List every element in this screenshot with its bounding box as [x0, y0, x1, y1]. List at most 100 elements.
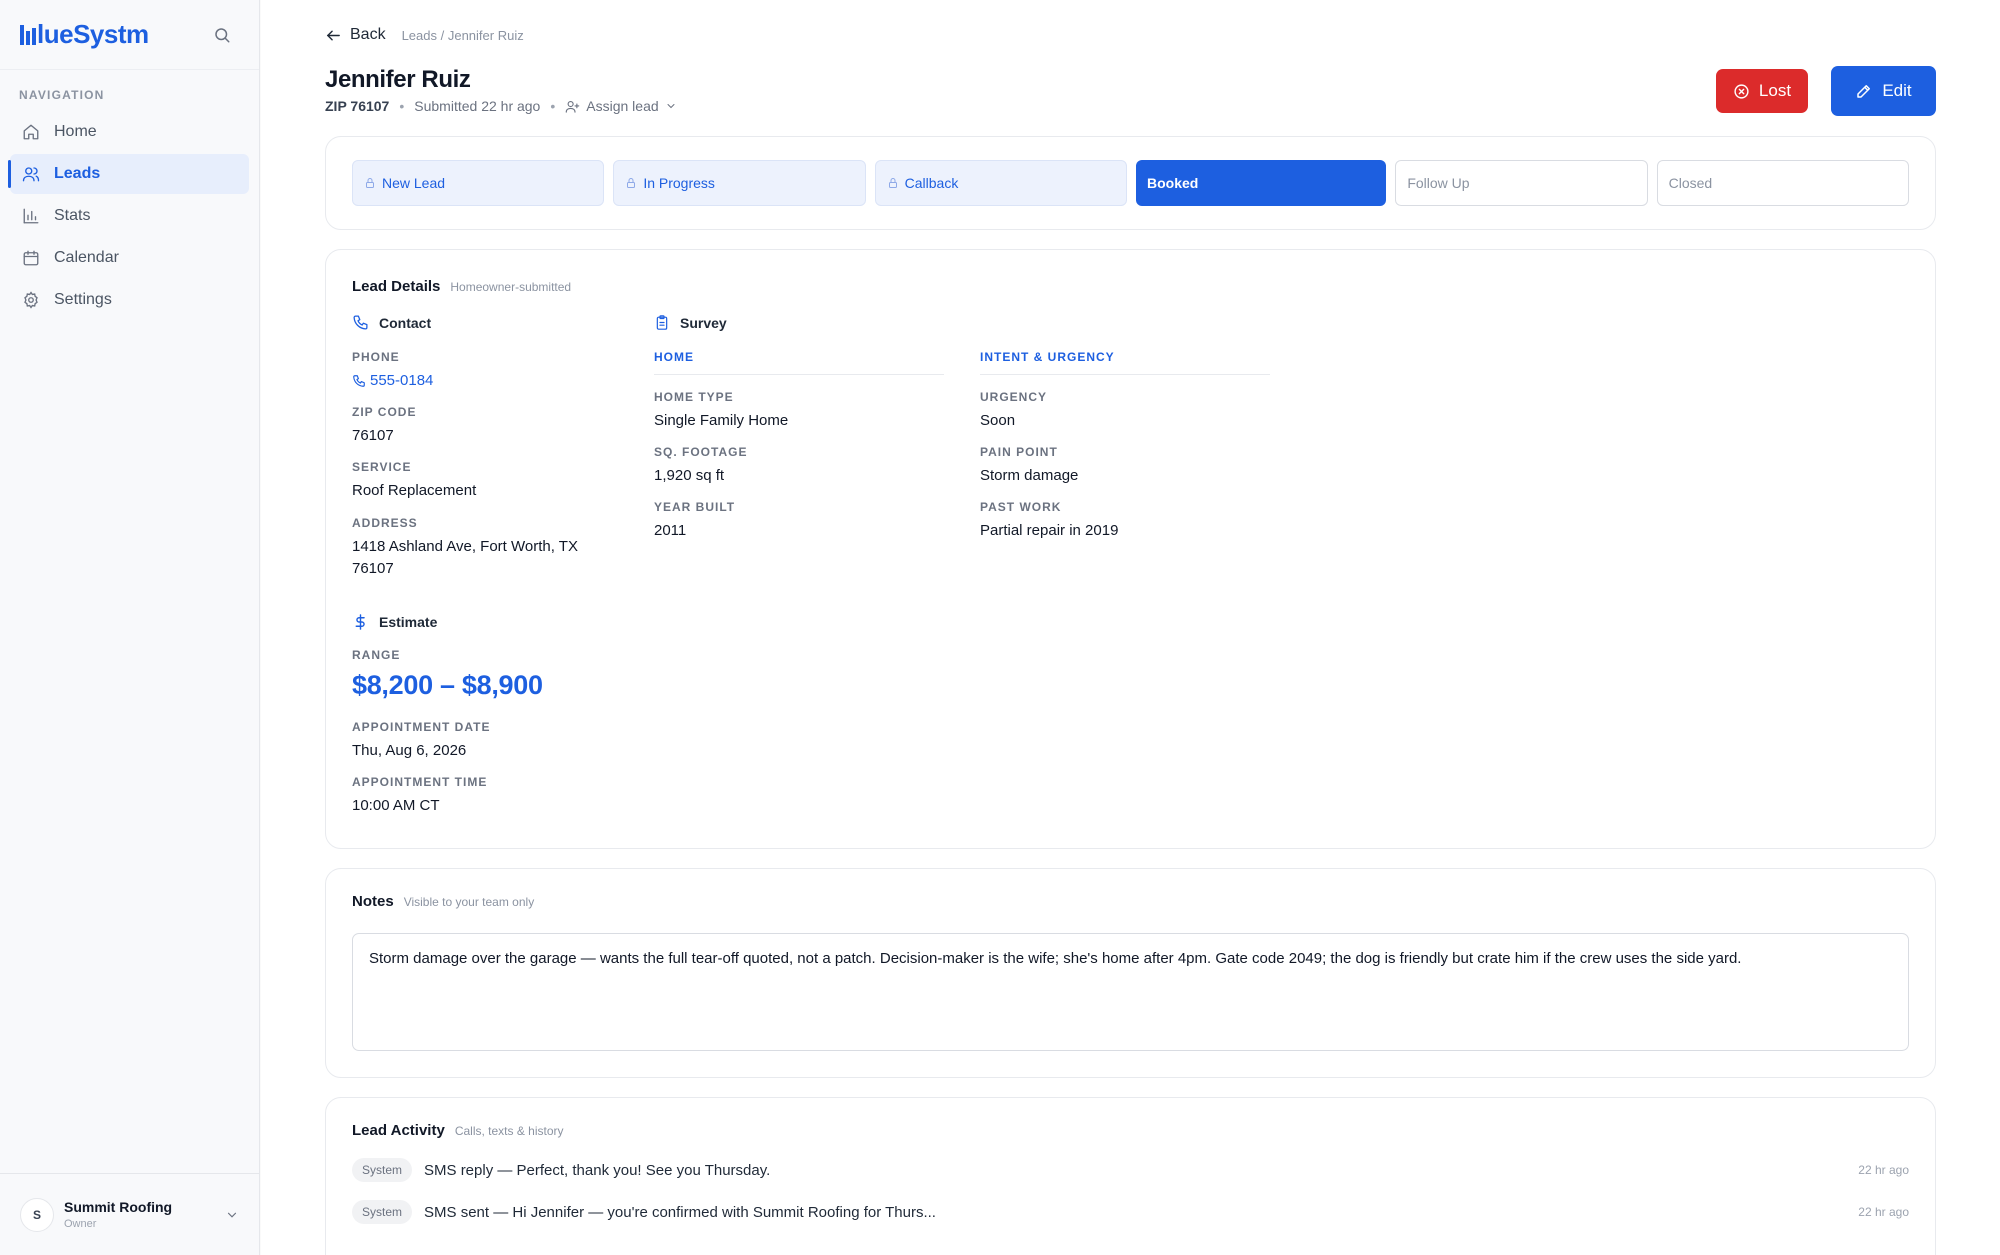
bar-chart-icon: [23, 208, 39, 224]
stage-label: Booked: [1146, 175, 1199, 191]
brand-name: lueSystm: [37, 19, 149, 49]
user-plus-icon: [565, 100, 580, 113]
sidebar-item-settings[interactable]: Settings: [10, 280, 249, 320]
zip-value: 76107: [352, 427, 394, 444]
estimate-range: $8,200 – $8,900: [352, 670, 543, 700]
service-field: SERVICE Roof Replacement: [352, 460, 476, 502]
chevron-down-icon: [667, 104, 675, 109]
lead-details-card: Lead Details Homeowner-submitted Contact …: [325, 249, 1936, 849]
calendar-icon: [23, 250, 39, 266]
estimate-title: Estimate: [379, 614, 438, 630]
search-icon: [215, 27, 230, 42]
lead-details-heading: Lead Details: [352, 278, 441, 295]
notes-subtitle: Visible to your team only: [403, 895, 535, 909]
lost-label: Lost: [1758, 81, 1792, 100]
range-field: RANGE $8,200 – $8,900: [352, 648, 543, 701]
field-label: PAST WORK: [980, 500, 1062, 514]
gear-icon: [24, 291, 38, 309]
sidebar-item-label: Stats: [54, 207, 91, 224]
meta-separator: •: [550, 98, 556, 114]
lock-icon: [627, 178, 636, 188]
field-label: PAIN POINT: [980, 445, 1058, 459]
chevron-down-icon: [227, 1212, 237, 1218]
survey-section-head: Survey: [654, 314, 727, 331]
phone-field: PHONE 555-0184: [352, 350, 433, 392]
field-label: APPOINTMENT DATE: [352, 720, 491, 734]
stage-new-lead[interactable]: New Lead: [352, 160, 605, 206]
field-label: ZIP CODE: [352, 405, 417, 419]
phone-link[interactable]: 555-0184: [352, 370, 433, 392]
pain-point-field: PAIN POINT Storm damage: [980, 445, 1078, 487]
edit-button[interactable]: Edit: [1831, 66, 1936, 116]
notes-heading: Notes: [352, 893, 394, 910]
sidebar-item-calendar[interactable]: Calendar: [10, 238, 249, 278]
notes-textarea[interactable]: Storm damage over the garage — wants the…: [352, 933, 1909, 1051]
stage-label: New Lead: [382, 175, 446, 191]
appointment-date-field: APPOINTMENT DATE Thu, Aug 6, 2026: [352, 720, 490, 762]
stage-label: In Progress: [643, 175, 715, 191]
field-label: YEAR BUILT: [654, 500, 736, 514]
assign-lead-dropdown[interactable]: Assign lead: [565, 98, 676, 114]
urgency-field: URGENCY Soon: [980, 390, 1047, 432]
sidebar-item-label: Calendar: [54, 249, 119, 266]
contact-title: Contact: [379, 314, 432, 331]
year-built-value: 2011: [654, 522, 687, 539]
logo-mark-icon: [20, 24, 36, 45]
stage-in-progress[interactable]: In Progress: [613, 160, 866, 206]
lock-icon: [888, 178, 897, 188]
activity-time: 22 hr ago: [1858, 1163, 1909, 1177]
activity-row[interactable]: System SMS sent — Hi Jennifer — you're c…: [352, 1198, 1909, 1226]
sidebar-item-leads[interactable]: Leads: [8, 154, 249, 194]
contact-section-head: Contact: [352, 314, 431, 331]
lead-zip: ZIP 76107: [325, 98, 390, 114]
field-label: URGENCY: [980, 390, 1048, 404]
activity-tag: System: [352, 1200, 413, 1224]
activity-heading: Lead Activity: [352, 1122, 445, 1139]
activity-time: 22 hr ago: [1858, 1205, 1909, 1219]
survey-title: Survey: [680, 314, 727, 331]
notes-title: Notes Visible to your team only: [352, 893, 534, 910]
notes-card: Notes Visible to your team only Storm dam…: [325, 868, 1936, 1078]
estimate-section-head: Estimate: [352, 613, 437, 631]
lock-icon: [366, 178, 374, 188]
edit-label: Edit: [1882, 81, 1912, 100]
sidebar-item-label: Home: [54, 123, 97, 140]
home-icon: [23, 124, 39, 140]
year-built-field: YEAR BUILT 2011: [654, 500, 735, 542]
sidebar-item-label: Leads: [54, 165, 101, 182]
account-switcher[interactable]: S Summit Roofing Owner: [0, 1173, 259, 1255]
field-label: SERVICE: [352, 460, 412, 474]
sqft-value: 1,920 sq ft: [654, 467, 725, 484]
sidebar-item-label: Settings: [54, 291, 112, 308]
lost-button[interactable]: Lost: [1716, 69, 1808, 113]
stage-callback[interactable]: Callback: [874, 160, 1127, 206]
submitted-time: Submitted 22 hr ago: [414, 98, 541, 114]
stage-closed[interactable]: Closed: [1656, 160, 1909, 206]
search-button[interactable]: [209, 22, 235, 48]
stage-label: Closed: [1668, 175, 1713, 191]
stage-follow-up[interactable]: Follow Up: [1395, 160, 1648, 206]
activity-tag: System: [352, 1158, 413, 1182]
field-label: SQ. FOOTAGE: [654, 445, 748, 459]
brand-logo[interactable]: lueSystm: [20, 19, 149, 50]
avatar: S: [20, 1197, 54, 1232]
back-button[interactable]: Back: [325, 26, 386, 44]
dollar-icon: [355, 614, 365, 630]
field-label: ADDRESS: [352, 516, 418, 530]
activity-row[interactable]: System SMS reply — Perfect, thank you! S…: [352, 1156, 1909, 1184]
stage-pipeline: New Lead In Progress Callback Booked Fol…: [325, 136, 1936, 230]
activity-title: Lead Activity Calls, texts & history: [352, 1122, 564, 1139]
appointment-date-value: Thu, Aug 6, 2026: [352, 742, 467, 759]
sidebar-item-home[interactable]: Home: [10, 112, 249, 152]
stage-booked[interactable]: Booked: [1135, 160, 1387, 206]
breadcrumb: Leads / Jennifer Ruiz: [401, 27, 524, 43]
service-value: Roof Replacement: [352, 482, 477, 499]
phone-icon: [353, 375, 365, 387]
users-icon: [22, 167, 40, 182]
account-name: Summit Roofing: [64, 1199, 173, 1215]
appointment-time-field: APPOINTMENT TIME 10:00 AM CT: [352, 775, 487, 817]
sqft-field: SQ. FOOTAGE 1,920 sq ft: [654, 445, 747, 487]
lead-details-subtitle: Homeowner-submitted: [450, 280, 572, 294]
sidebar-item-stats[interactable]: Stats: [10, 196, 249, 236]
stage-label: Callback: [904, 175, 959, 191]
